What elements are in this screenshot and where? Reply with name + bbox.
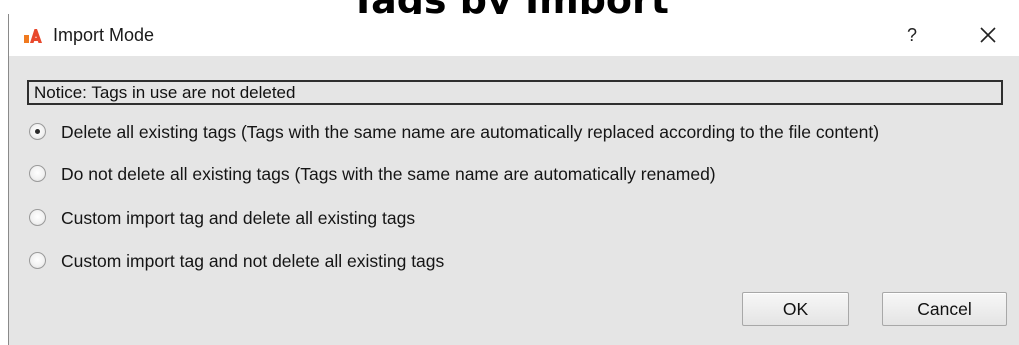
title-bar[interactable]: Import Mode ? [9, 14, 1019, 56]
notice-text: Notice: Tags in use are not deleted [34, 83, 296, 102]
help-button[interactable]: ? [899, 22, 925, 48]
dialog-title: Import Mode [53, 25, 155, 45]
radio-button[interactable] [29, 209, 46, 226]
notice-box: Notice: Tags in use are not deleted [27, 80, 1003, 105]
close-button[interactable] [975, 22, 1001, 48]
dialog-content: Notice: Tags in use are not deleted Dele… [9, 56, 1019, 345]
option-label: Custom import tag and not delete all exi… [61, 251, 445, 271]
app-logo-icon [24, 27, 44, 45]
option-label: Delete all existing tags (Tags with the … [61, 122, 880, 142]
cancel-button[interactable]: Cancel [882, 292, 1007, 326]
radio-button[interactable] [29, 165, 46, 182]
ok-button[interactable]: OK [742, 292, 849, 326]
radio-button[interactable] [29, 252, 46, 269]
option-label: Do not delete all existing tags (Tags wi… [61, 164, 716, 184]
radio-button-selected[interactable] [29, 123, 46, 140]
import-mode-dialog: Import Mode ? Notice: Tags in use are no… [8, 14, 1019, 345]
close-icon [980, 27, 996, 43]
option-label: Custom import tag and delete all existin… [61, 208, 416, 228]
screen: Tags by Import Import Mode ? Notice: Tag… [0, 0, 1019, 345]
